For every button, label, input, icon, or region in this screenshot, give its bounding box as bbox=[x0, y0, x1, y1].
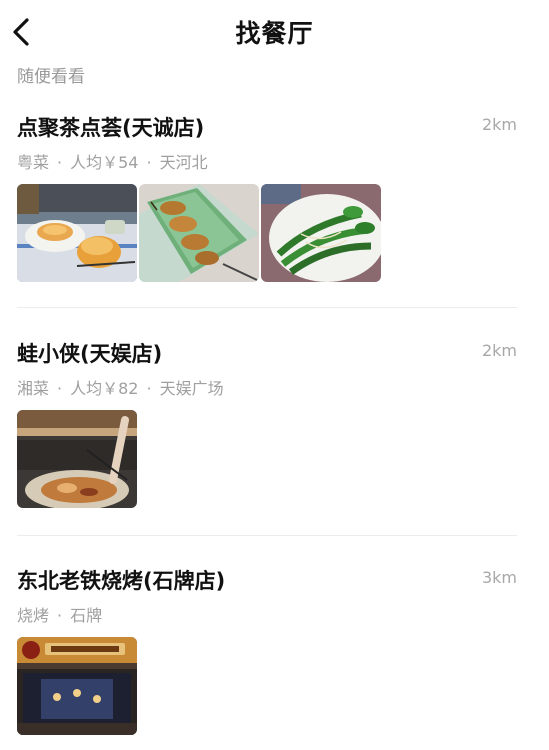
photo-strip bbox=[17, 410, 137, 508]
meta-separator: · bbox=[146, 153, 152, 172]
frog-hotpot-photo[interactable] bbox=[17, 410, 137, 508]
avg-price-label: 人均￥82 bbox=[70, 379, 139, 398]
restaurant-distance: 2km bbox=[481, 115, 517, 134]
restaurant-distance: 3km bbox=[481, 568, 517, 587]
restaurant-meta: 粤菜 · 人均￥54 · 天河北 bbox=[17, 149, 208, 173]
storefront-photo[interactable] bbox=[17, 637, 137, 735]
restaurant-meta: 湘菜 · 人均￥82 · 天娱广场 bbox=[17, 375, 224, 399]
restaurant-distance: 2km bbox=[481, 341, 517, 360]
divider bbox=[17, 535, 517, 536]
area-label: 天娱广场 bbox=[159, 379, 224, 398]
meta-separator: · bbox=[57, 379, 63, 398]
restaurant-card[interactable]: 蛙小侠(天娱店) 2km 湘菜 · 人均￥82 · 天娱广场 bbox=[17, 338, 517, 510]
meta-separator: · bbox=[57, 606, 63, 625]
cuisine-label: 湘菜 bbox=[17, 379, 50, 398]
section-label: 随便看看 bbox=[17, 67, 85, 87]
cuisine-label: 粤菜 bbox=[17, 153, 50, 172]
divider bbox=[17, 307, 517, 308]
restaurant-meta: 烧烤 · 石牌 bbox=[17, 602, 102, 626]
photo-strip bbox=[17, 637, 137, 735]
restaurant-card[interactable]: 东北老铁烧烤(石牌店) 3km 烧烤 · 石牌 bbox=[17, 565, 517, 737]
area-label: 天河北 bbox=[159, 153, 208, 172]
meta-separator: · bbox=[146, 379, 152, 398]
fried-dumplings-photo[interactable] bbox=[139, 184, 259, 282]
avg-price-label: 人均￥54 bbox=[70, 153, 139, 172]
photo-strip bbox=[17, 184, 381, 282]
meta-separator: · bbox=[57, 153, 63, 172]
cuisine-label: 烧烤 bbox=[17, 606, 50, 625]
nav-bar: 找餐厅 bbox=[0, 0, 549, 62]
page-title: 找餐厅 bbox=[235, 19, 314, 48]
area-label: 石牌 bbox=[70, 606, 103, 625]
choy-sum-photo[interactable] bbox=[261, 184, 381, 282]
restaurant-name: 点聚茶点荟(天诚店) bbox=[17, 116, 205, 140]
restaurant-card[interactable]: 点聚茶点荟(天诚店) 2km 粤菜 · 人均￥54 · 天河北 bbox=[17, 112, 517, 284]
restaurant-name: 东北老铁烧烤(石牌店) bbox=[17, 569, 226, 593]
restaurant-name: 蛙小侠(天娱店) bbox=[17, 342, 163, 366]
dim-sum-soup-photo[interactable] bbox=[17, 184, 137, 282]
